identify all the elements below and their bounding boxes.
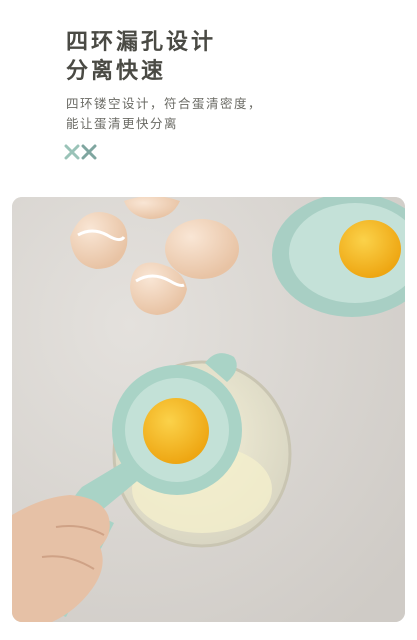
description-line-1: 四环镂空设计，符合蛋清密度， [66,96,263,111]
headline-line-1: 四环漏孔设计 [66,30,217,55]
whole-egg [165,219,239,279]
description: 四环镂空设计，符合蛋清密度， 能让蛋清更快分离 [66,94,262,134]
double-x-leaf-icon [64,144,97,160]
description-line-2: 能让蛋清更快分离 [66,116,179,131]
headline-line-2: 分离快速 [66,59,167,84]
headline: 四环漏孔设计 分离快速 [66,28,216,86]
product-photo [12,197,405,622]
